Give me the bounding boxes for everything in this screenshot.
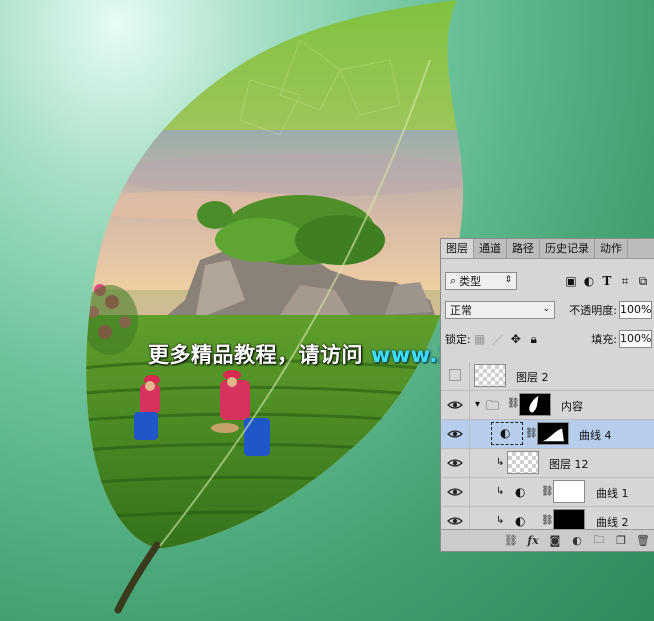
lock-label: 锁定: (445, 333, 471, 346)
layer-row-selected[interactable]: ◐ ⛓︎ 曲线 4 (441, 420, 654, 449)
lock-transparency-icon[interactable]: ▦ (471, 330, 489, 348)
lock-all-icon[interactable]: 🔒︎ (525, 330, 543, 348)
eye-icon[interactable] (447, 513, 463, 529)
link-icon: ⛓︎ (525, 428, 538, 439)
adjustment-icon: ◐ (500, 426, 511, 440)
panel-tabs: 图层 通道 路径 历史记录 动作 (441, 239, 654, 259)
filter-kind-select[interactable]: ⌕ 类型 ⇕ (445, 272, 517, 290)
filter-shape-icon[interactable]: ⌗ (616, 272, 634, 290)
panel-footer: ⛓︎ fx ◙ ◐ 🗀︎ ❐ 🗑︎ (441, 529, 654, 551)
mask-thumbnail (537, 422, 569, 445)
layer-name: 曲线 4 (579, 429, 612, 442)
layer-thumbnail (474, 364, 506, 387)
lock-move-icon[interactable]: ✥ (507, 330, 525, 348)
chevron-down-icon[interactable]: ▾ (475, 399, 480, 410)
clip-arrow-icon: ↳ (496, 486, 505, 497)
layer-thumbnail (507, 451, 539, 474)
layer-row[interactable]: ↳ ◐ ⛓︎ 曲线 1 (441, 478, 654, 507)
layer-name: 图层 12 (549, 458, 589, 471)
tab-channels[interactable]: 通道 (474, 239, 507, 258)
adjustment-icon: ◐ (515, 514, 526, 528)
blend-mode-select[interactable]: 正常 ⌄ (445, 301, 555, 319)
eye-icon[interactable] (447, 397, 463, 413)
layers-panel: 图层 通道 路径 历史记录 动作 ⌕ 类型 ⇕ ▣ ◐ T ⌗ ⧉ 正常 ⌄ 不… (440, 238, 654, 552)
opacity-input[interactable]: 100% (619, 301, 652, 319)
layer-name: 曲线 2 (596, 516, 629, 529)
eye-icon[interactable] (447, 426, 463, 442)
link-icon[interactable]: ⛓︎ (500, 534, 522, 547)
tab-actions[interactable]: 动作 (595, 239, 628, 258)
clip-arrow-icon: ↳ (496, 515, 505, 526)
search-icon: ⌕ (450, 274, 457, 287)
tab-history[interactable]: 历史记录 (540, 239, 595, 258)
fill-input[interactable]: 100% (619, 330, 652, 348)
watermark-chinese: 更多精品教程，请访问 (148, 343, 363, 367)
layer-row[interactable]: ↳ ◐ ⛓︎ 曲线 2 (441, 507, 654, 530)
folder-icon: 🗀︎ (486, 399, 500, 414)
mask-thumbnail (553, 509, 585, 530)
updown-arrow-icon: ⇕ (504, 275, 512, 285)
filter-kind-value: 类型 (459, 275, 482, 288)
layer-row[interactable]: ▾ 🗀︎ ⛓︎ 内容 (441, 391, 654, 420)
trash-icon[interactable]: 🗑︎ (632, 534, 654, 547)
opacity-label: 不透明度: (569, 304, 617, 317)
layer-name: 图层 2 (516, 371, 549, 384)
layers-list: 图层 2 ▾ 🗀︎ ⛓︎ 内容 ◐ ⛓︎ 曲线 4 ↳ 图层 12 ↳ ◐ ⛓︎… (441, 362, 654, 530)
filter-pixel-icon[interactable]: ▣ (562, 272, 580, 290)
mask-icon[interactable]: ◙ (544, 534, 566, 547)
eye-icon[interactable] (447, 484, 463, 500)
new-layer-icon[interactable]: ❐ (610, 534, 632, 547)
eye-icon[interactable] (447, 455, 463, 471)
lock-brush-icon[interactable]: ／ (489, 330, 507, 348)
adjustment-icon: ◐ (515, 485, 526, 499)
filter-row: ⌕ 类型 ⇕ ▣ ◐ T ⌗ ⧉ (445, 270, 652, 292)
filter-smartobject-icon[interactable]: ⧉ (634, 272, 652, 290)
visibility-toggle-off[interactable] (449, 369, 461, 381)
chevron-down-icon: ⌄ (542, 304, 550, 314)
adjustment-icon[interactable]: ◐ (566, 534, 588, 547)
fill-label: 填充: (591, 333, 617, 346)
layer-row[interactable]: ↳ 图层 12 (441, 449, 654, 478)
lock-row: 锁定: ▦ ／ ✥ 🔒︎ 填充: 100% (445, 328, 652, 350)
mask-thumbnail (553, 480, 585, 503)
link-icon: ⛓︎ (541, 486, 554, 497)
folder-icon[interactable]: 🗀︎ (588, 531, 610, 550)
clip-arrow-icon: ↳ (496, 457, 505, 468)
adjustment-thumbnail: ◐ (491, 422, 523, 445)
tab-layers[interactable]: 图层 (441, 239, 474, 258)
mask-thumbnail (519, 393, 551, 416)
filter-type-icon[interactable]: T (598, 272, 616, 290)
link-icon: ⛓︎ (541, 515, 554, 526)
layer-name: 内容 (561, 400, 583, 413)
layer-row[interactable]: 图层 2 (441, 362, 654, 391)
filter-adjustment-icon[interactable]: ◐ (580, 272, 598, 290)
blend-mode-value: 正常 (450, 304, 472, 317)
blend-row: 正常 ⌄ 不透明度: 100% (445, 299, 652, 321)
layer-name: 曲线 1 (596, 487, 629, 500)
fx-icon[interactable]: fx (522, 534, 544, 547)
link-icon: ⛓︎ (507, 398, 520, 409)
tab-paths[interactable]: 路径 (507, 239, 540, 258)
